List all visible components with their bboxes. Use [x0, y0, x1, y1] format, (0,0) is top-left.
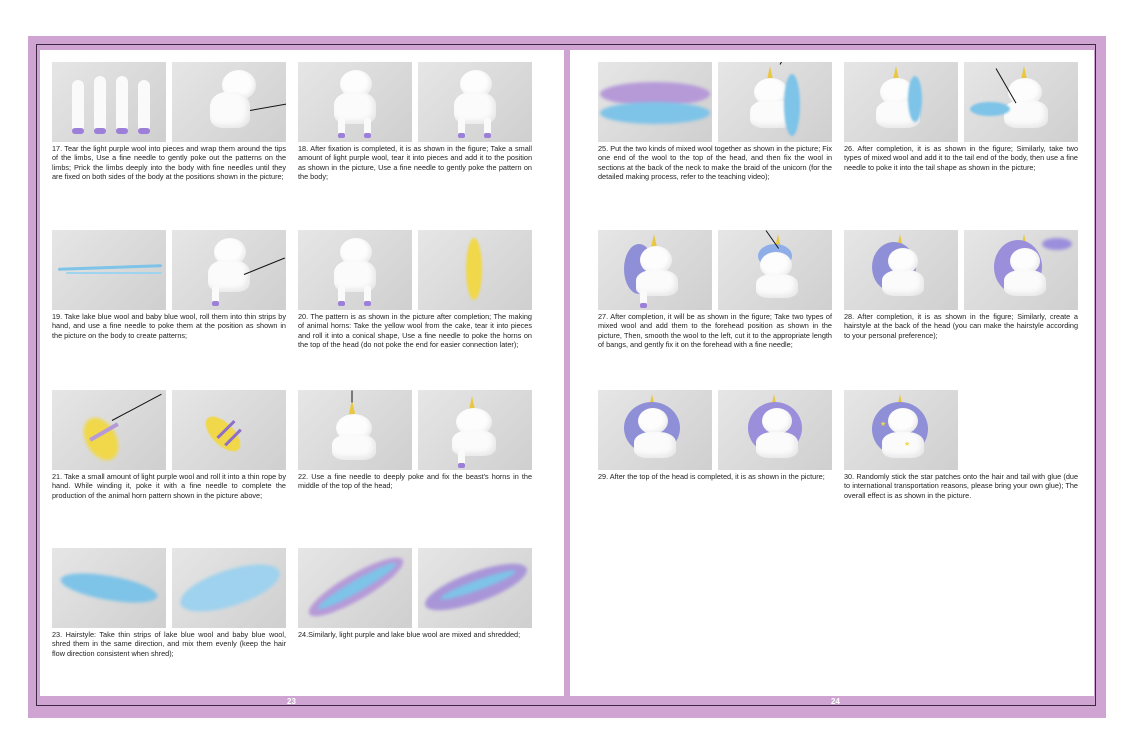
step-22-photo-2 — [418, 390, 532, 470]
step-17-photo-2 — [172, 62, 286, 142]
step-17-caption: 17. Tear the light purple wool into piec… — [52, 144, 286, 182]
step-23-caption: 23. Hairstyle: Take thin strips of lake … — [52, 630, 286, 658]
step-23-photo-2 — [172, 548, 286, 628]
step-27-photo-1 — [598, 230, 712, 310]
step-19-photo-1 — [52, 230, 166, 310]
step-22-photo-1 — [298, 390, 412, 470]
step-17: 17. Tear the light purple wool into piec… — [52, 62, 286, 182]
step-19-caption: 19. Take lake blue wool and baby blue wo… — [52, 312, 286, 340]
step-22: 22. Use a fine needle to deeply poke and… — [298, 390, 532, 491]
step-26-caption: 26. After completion, it is as shown in … — [844, 144, 1078, 172]
step-27-photo-2 — [718, 230, 832, 310]
step-24: 24.Similarly, light purple and lake blue… — [298, 548, 532, 639]
left-page: 17. Tear the light purple wool into piec… — [40, 50, 564, 696]
step-18-caption: 18. After fixation is completed, it is a… — [298, 144, 532, 182]
step-30-photo-1: ★ ★ — [844, 390, 958, 470]
step-18-photo-1 — [298, 62, 412, 142]
step-26: 26. After completion, it is as shown in … — [844, 62, 1078, 172]
step-21: 21. Take a small amount of light purple … — [52, 390, 286, 500]
step-24-caption: 24.Similarly, light purple and lake blue… — [298, 630, 521, 639]
step-30-caption: 30. Randomly stick the star patches onto… — [844, 472, 1078, 500]
page-number-right: 24 — [831, 697, 840, 706]
step-23: 23. Hairstyle: Take thin strips of lake … — [52, 548, 286, 658]
step-24-photo-2 — [418, 548, 532, 628]
step-17-photo-1 — [52, 62, 166, 142]
step-28: 28. After completion, it is as shown in … — [844, 230, 1078, 340]
step-19: 19. Take lake blue wool and baby blue wo… — [52, 230, 286, 340]
step-27-caption: 27. After completion, it will be as show… — [598, 312, 832, 350]
step-20: 20. The pattern is as shown in the pictu… — [298, 230, 532, 350]
step-20-photo-2 — [418, 230, 532, 310]
step-24-photo-1 — [298, 548, 412, 628]
step-29-caption: 29. After the top of the head is complet… — [598, 472, 825, 481]
step-25-photo-2 — [718, 62, 832, 142]
step-29-photo-2 — [718, 390, 832, 470]
step-29: 29. After the top of the head is complet… — [598, 390, 832, 481]
step-29-photo-1 — [598, 390, 712, 470]
step-21-photo-2 — [172, 390, 286, 470]
step-18-photo-2 — [418, 62, 532, 142]
step-28-photo-1 — [844, 230, 958, 310]
step-18: 18. After fixation is completed, it is a… — [298, 62, 532, 182]
step-25-photo-1 — [598, 62, 712, 142]
step-21-caption: 21. Take a small amount of light purple … — [52, 472, 286, 500]
step-23-photo-1 — [52, 548, 166, 628]
right-page: 25. Put the two kinds of mixed wool toge… — [570, 50, 1094, 696]
step-28-photo-2 — [964, 230, 1078, 310]
step-26-photo-1 — [844, 62, 958, 142]
step-20-photo-1 — [298, 230, 412, 310]
step-26-photo-2 — [964, 62, 1078, 142]
step-25: 25. Put the two kinds of mixed wool toge… — [598, 62, 832, 182]
step-25-caption: 25. Put the two kinds of mixed wool toge… — [598, 144, 832, 182]
step-30: ★ ★ 30. Randomly stick the star patches … — [844, 390, 1078, 500]
step-28-caption: 28. After completion, it is as shown in … — [844, 312, 1078, 340]
page-number-left: 23 — [287, 697, 296, 706]
step-27: 27. After completion, it will be as show… — [598, 230, 832, 350]
step-22-caption: 22. Use a fine needle to deeply poke and… — [298, 472, 532, 491]
step-21-photo-1 — [52, 390, 166, 470]
step-20-caption: 20. The pattern is as shown in the pictu… — [298, 312, 532, 350]
step-19-photo-2 — [172, 230, 286, 310]
